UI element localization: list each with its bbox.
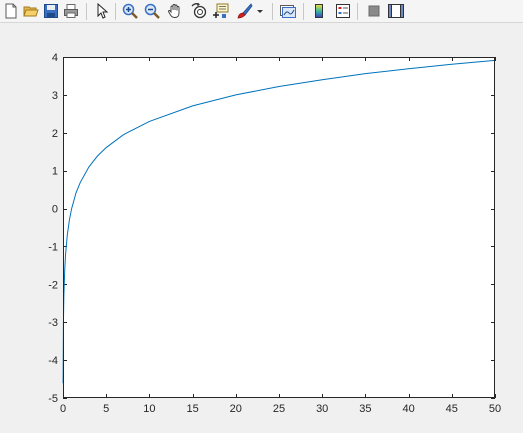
x-tick-label: 25 (273, 403, 285, 415)
x-tick-label: 30 (316, 403, 328, 415)
colorbar-icon (315, 4, 323, 18)
x-tick-label: 10 (143, 403, 155, 415)
brush-dropdown-icon (257, 10, 263, 13)
rotate-3d-icon (191, 3, 207, 19)
y-tick-label: -1 (48, 241, 58, 253)
y-tick-label: 1 (52, 166, 58, 178)
brush-dropdown-button[interactable] (255, 1, 265, 21)
x-tick-label: 0 (60, 403, 66, 415)
edit-plot-button[interactable] (91, 1, 111, 21)
link-plot-button[interactable] (278, 1, 298, 21)
new-figure-icon (5, 3, 17, 19)
insert-legend-button[interactable] (333, 1, 353, 21)
y-tick-label: 0 (52, 204, 58, 216)
x-tick-label: 15 (186, 403, 198, 415)
y-tick-label: 4 (52, 52, 58, 64)
zoom-in-button[interactable] (120, 1, 140, 21)
show-plot-tools-button[interactable] (386, 1, 406, 21)
x-tick-label: 45 (446, 403, 458, 415)
x-tick-label: 5 (103, 403, 109, 415)
axes-area[interactable] (63, 57, 495, 398)
open-file-icon (23, 6, 39, 17)
pan-hand-icon (168, 4, 180, 18)
new-figure-button[interactable] (1, 1, 21, 21)
y-tick-label: -3 (48, 317, 58, 329)
rotate-3d-button[interactable] (189, 1, 209, 21)
brush-button[interactable] (235, 1, 255, 21)
line-plot: 0 5 10 15 20 25 30 35 40 45 50 -5 -4 -3 -2 -1 0 1 2 3 4 (48, 52, 501, 415)
print-icon (64, 4, 78, 18)
zoom-out-button[interactable] (142, 1, 162, 21)
hide-plot-tools-icon (368, 5, 380, 17)
brush-icon (237, 3, 253, 19)
y-tick-label: -5 (48, 393, 58, 405)
y-tick-label: -2 (48, 279, 58, 291)
link-plot-icon (280, 5, 296, 18)
insert-colorbar-button[interactable] (309, 1, 329, 21)
arrow-pointer-icon (97, 3, 109, 19)
show-plot-tools-icon (388, 4, 404, 18)
legend-icon (336, 4, 350, 18)
data-cursor-icon (213, 3, 229, 18)
zoom-in-icon (122, 3, 138, 19)
data-cursor-button[interactable] (211, 1, 231, 21)
zoom-out-icon (144, 3, 160, 19)
save-button[interactable] (41, 1, 61, 21)
x-tick-label: 35 (359, 403, 371, 415)
print-button[interactable] (61, 1, 81, 21)
pan-button[interactable] (165, 1, 185, 21)
x-tick-label: 40 (402, 403, 414, 415)
figure-toolbar (0, 0, 523, 23)
hide-plot-tools-button[interactable] (364, 1, 384, 21)
y-tick-label: 3 (52, 90, 58, 102)
figure-canvas: 0 5 10 15 20 25 30 35 40 45 50 -5 -4 -3 -2 -1 0 1 2 3 4 (0, 23, 523, 433)
y-tick-label: -4 (48, 355, 58, 367)
x-tick-label: 20 (230, 403, 242, 415)
open-file-button[interactable] (21, 1, 41, 21)
y-tick-label: 2 (52, 128, 58, 140)
save-icon (44, 4, 58, 18)
x-tick-label: 50 (489, 403, 501, 415)
